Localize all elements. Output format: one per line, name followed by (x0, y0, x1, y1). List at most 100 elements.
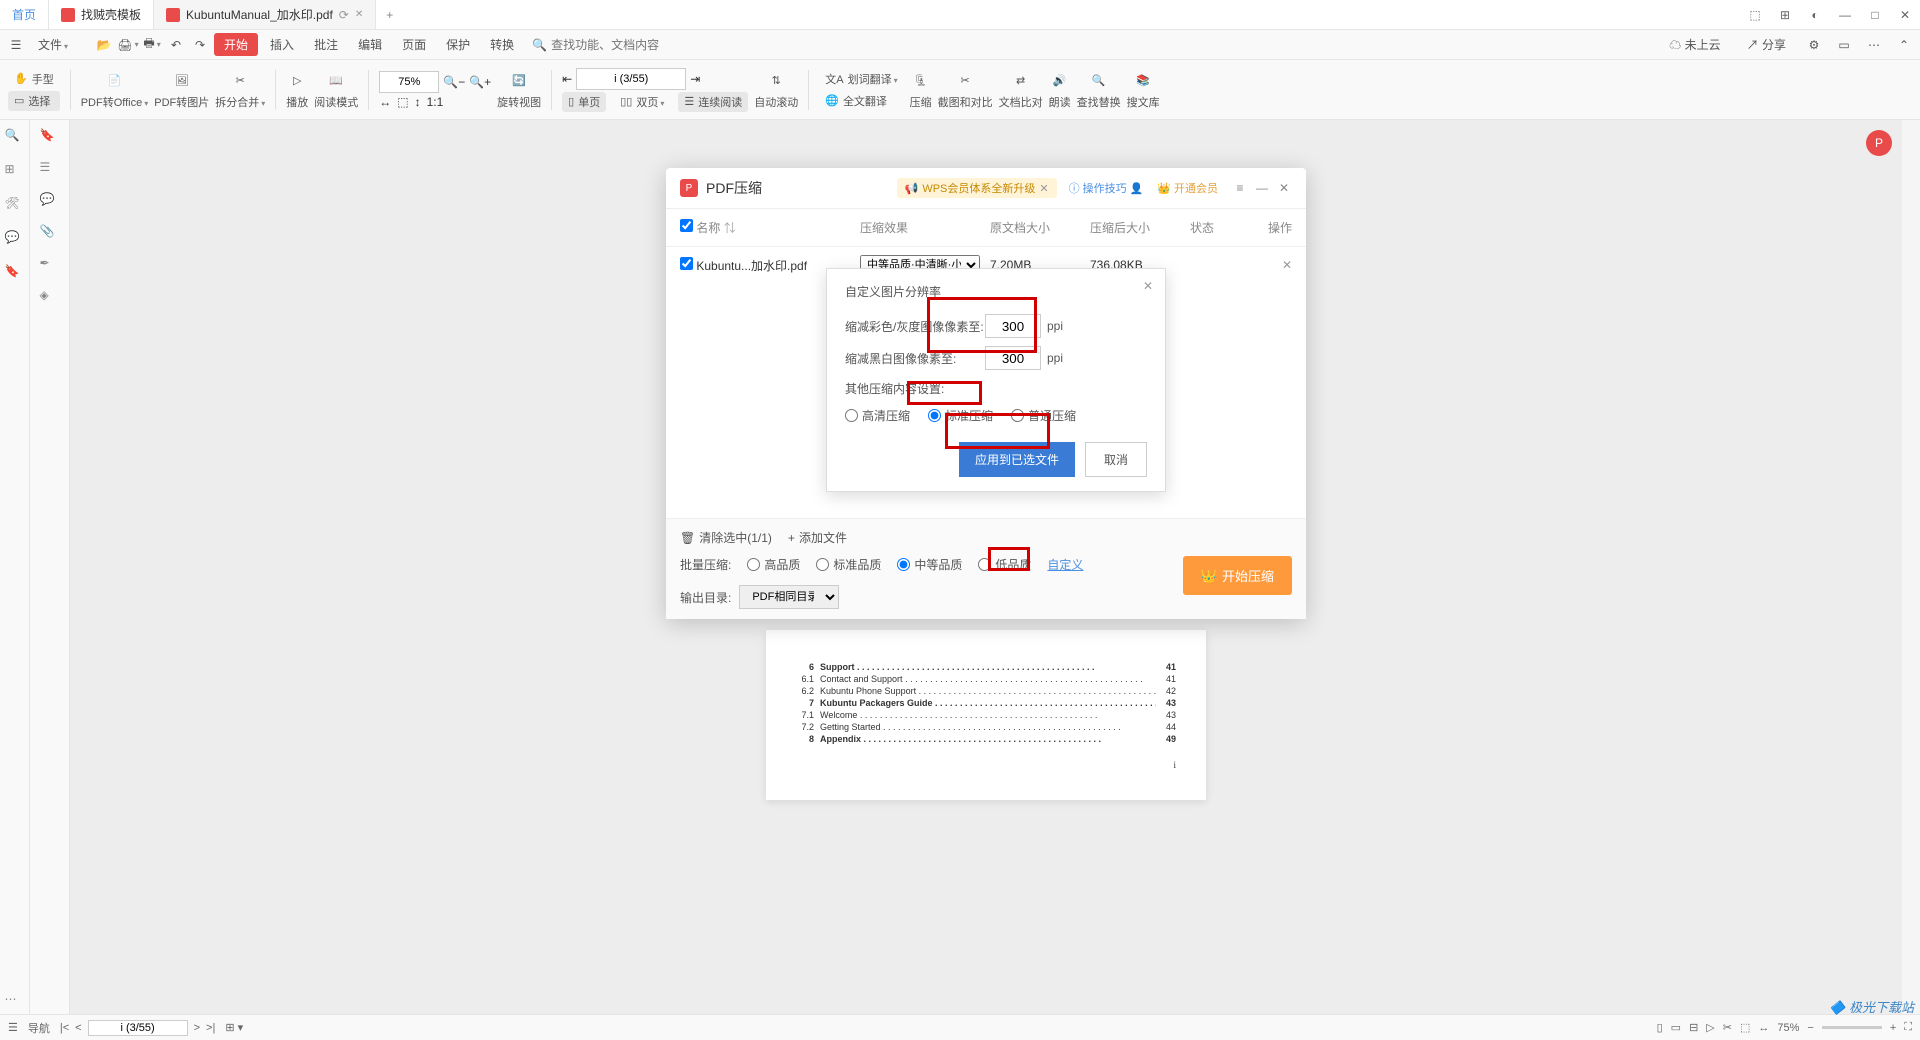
redo-icon[interactable]: ↷ (190, 35, 210, 55)
search-tab-icon[interactable]: 🔍 (5, 128, 25, 148)
split-merge[interactable]: ✂拆分合并 (215, 60, 265, 119)
sb-layout2-icon[interactable]: ▭ (1671, 1021, 1681, 1034)
compress-standard[interactable]: 标准压缩 (928, 407, 993, 424)
row-checkbox[interactable] (680, 257, 693, 270)
compress-tool[interactable]: 🗜压缩 (910, 60, 932, 119)
dialog-menu-icon[interactable]: ≡ (1232, 181, 1248, 195)
quality-standard[interactable]: 标准品质 (816, 556, 881, 573)
sb-page-input[interactable] (88, 1020, 188, 1036)
settings-icon[interactable]: ⚙ (1804, 35, 1824, 55)
zoom-in-icon[interactable]: 🔍+ (469, 75, 491, 89)
print-icon[interactable]: 🖶 (142, 35, 162, 55)
undo-icon[interactable]: ↶ (166, 35, 186, 55)
play[interactable]: ▷播放 (286, 60, 308, 119)
sb-nav-label[interactable]: 导航 (28, 1020, 50, 1036)
comments-icon[interactable]: 💬 (5, 230, 25, 250)
menu-edit[interactable]: 编辑 (350, 33, 390, 56)
save-icon[interactable]: 🖨 (118, 35, 138, 55)
page-first-icon[interactable]: ⇤ (562, 72, 572, 86)
search-input[interactable] (551, 38, 691, 52)
menu-review[interactable]: 批注 (306, 33, 346, 56)
full-translate[interactable]: 🌐 全文翻译 (819, 91, 903, 111)
page-last-icon[interactable]: ⇥ (690, 72, 700, 86)
menu-protect[interactable]: 保护 (438, 33, 478, 56)
close-button[interactable]: ✕ (1890, 0, 1920, 30)
signature-icon[interactable]: ✒ (40, 256, 60, 276)
page-next[interactable]: > (194, 1022, 200, 1034)
quality-medium[interactable]: 中等品质 (897, 556, 962, 573)
theme-icon[interactable]: ◐ (1800, 0, 1830, 30)
select-tool[interactable]: ▭ 选择 (8, 91, 60, 111)
apply-button[interactable]: 应用到已选文件 (959, 442, 1075, 477)
menu-start[interactable]: 开始 (214, 33, 258, 56)
pdf-to-office[interactable]: 📄PDF转Office (81, 60, 149, 119)
read-mode[interactable]: 📖阅读模式 (314, 60, 358, 119)
sb-expand-icon[interactable]: ⛶ (1904, 1021, 1912, 1034)
vip-link[interactable]: 👑 开通会员 (1157, 180, 1218, 196)
sb-fitw-icon[interactable]: ↔ (1758, 1022, 1769, 1034)
page-first[interactable]: |< (60, 1022, 69, 1034)
tab-add-button[interactable]: + (376, 8, 403, 22)
zoom-slider[interactable] (1822, 1026, 1882, 1029)
search-box[interactable]: 🔍 (526, 38, 697, 52)
word-translate[interactable]: 文A 划词翻译 (819, 69, 903, 89)
more-icon[interactable]: ⋯ (1864, 35, 1884, 55)
layers-icon[interactable]: ◈ (40, 288, 60, 308)
doc-library[interactable]: 📚搜文库 (1127, 60, 1160, 119)
sb-play-icon[interactable]: ▷ (1706, 1021, 1714, 1034)
attachment-icon[interactable]: 📎 (40, 224, 60, 244)
bookmark-icon[interactable]: 🔖 (40, 128, 60, 148)
window-mode-icon[interactable]: ▭ (1834, 35, 1854, 55)
vip-badge[interactable]: 📢WPS会员体系全新升级✕ (897, 178, 1057, 198)
minimize-button[interactable]: — (1830, 0, 1860, 30)
custom-link[interactable]: 自定义 (1047, 556, 1083, 573)
cancel-button[interactable]: 取消 (1085, 442, 1147, 477)
sb-zoom[interactable]: 75% (1777, 1022, 1799, 1034)
pdf-to-image[interactable]: 🖼PDF转图片 (154, 60, 209, 119)
tab-home[interactable]: 首页 (0, 0, 49, 29)
tab-template[interactable]: 找贼壳模板 (49, 0, 154, 29)
row-remove-icon[interactable]: ✕ (1282, 258, 1292, 272)
tab-pdf-active[interactable]: KubuntuManual_加水印.pdf ⟳ ✕ (154, 0, 376, 29)
sb-fit-icon[interactable]: ⬚ (1740, 1021, 1750, 1034)
fit-height-icon[interactable]: ↕ (415, 95, 421, 109)
clear-selected[interactable]: 🗑 清除选中(1/1) (680, 529, 772, 546)
double-page[interactable]: ▯▯ 双页 (614, 92, 670, 112)
hand-tool[interactable]: ✋ 手型 (8, 69, 60, 89)
select-all-checkbox[interactable] (680, 219, 693, 232)
add-file[interactable]: + 添加文件 (788, 529, 847, 546)
sb-layout3-icon[interactable]: ⊟ (1689, 1021, 1698, 1034)
zoom-select[interactable] (379, 71, 439, 93)
menu-file[interactable]: 文件 (30, 33, 76, 56)
quality-low[interactable]: 低品质 (978, 556, 1031, 573)
menu-insert[interactable]: 插入 (262, 33, 302, 56)
page-prev[interactable]: < (75, 1022, 81, 1034)
sb-zoom-out[interactable]: − (1807, 1022, 1813, 1034)
more-panel-icon[interactable]: ⋯ (5, 992, 25, 1012)
sb-thumbnail-icon[interactable]: ⊞ ▾ (225, 1021, 243, 1034)
outline-icon[interactable]: ☰ (40, 160, 60, 180)
find-replace[interactable]: 🔍查找替换 (1077, 60, 1121, 119)
fit-width-icon[interactable]: ↔ (379, 95, 391, 109)
tips-link[interactable]: ⓘ 操作技巧 👤 (1069, 180, 1144, 196)
bookmark-panel-icon[interactable]: 🔖 (5, 264, 25, 284)
fit-page-icon[interactable]: ⬚ (397, 95, 408, 109)
bw-ppi-input[interactable] (985, 346, 1041, 370)
tools-icon[interactable]: 🛠 (5, 196, 25, 216)
zoom-out-icon[interactable]: 🔍− (443, 75, 465, 89)
note-icon[interactable]: 💬 (40, 192, 60, 212)
quality-high[interactable]: 高品质 (747, 556, 800, 573)
floating-badge[interactable]: P (1866, 130, 1892, 156)
maximize-button[interactable]: □ (1860, 0, 1890, 30)
tab-close-icon[interactable]: ✕ (355, 9, 363, 20)
sb-crop-icon[interactable]: ✂ (1723, 1021, 1732, 1034)
tab-refresh-icon[interactable]: ⟳ (339, 8, 349, 22)
not-cloud[interactable]: ☁ 未上云 (1661, 33, 1728, 56)
dialog-min-icon[interactable]: — (1254, 181, 1270, 195)
continuous[interactable]: ☰ 连续阅读 (678, 92, 748, 112)
output-dir-select[interactable]: PDF相同目录 (739, 585, 839, 609)
menu-convert[interactable]: 转换 (482, 33, 522, 56)
read-aloud[interactable]: 🔊朗读 (1049, 60, 1071, 119)
share-button[interactable]: ↗ 分享 (1739, 33, 1794, 56)
color-ppi-input[interactable] (985, 314, 1041, 338)
